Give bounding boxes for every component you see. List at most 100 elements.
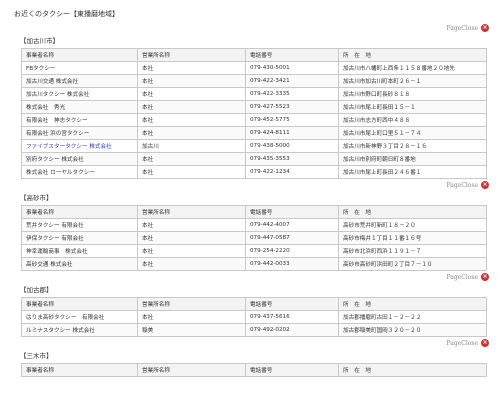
address-cell: 高砂市梅井１丁目１１番１６号 bbox=[338, 231, 487, 245]
office-name-cell: 本社 bbox=[137, 165, 246, 179]
pageclose-row: PageClose × bbox=[14, 23, 489, 33]
company-name-cell: 加古川交通 株式会社 bbox=[21, 74, 138, 88]
section-title: 【高砂市】 bbox=[20, 194, 53, 202]
office-name-cell: 本社 bbox=[137, 126, 246, 140]
table-row: 有限会社 神志タクシー 本社 079-452-5775 加古川市志方町西中４８８ bbox=[21, 113, 487, 127]
company-name-cell: 神幸運輸商事 株式会社 bbox=[21, 244, 138, 258]
phone-cell: 079-422-1234 bbox=[245, 165, 339, 179]
table-row: 荒井タクシー 有限会社 本社 079-442-4007 高砂市荒井町新町１８－２０ bbox=[21, 218, 487, 232]
page-title: お近くのタクシー【東播磨地域】 bbox=[14, 10, 119, 18]
pageclose-button[interactable]: PageClose × bbox=[447, 339, 489, 347]
office-name-cell: 本社 bbox=[137, 310, 246, 324]
table-row: 高砂交通 株式会社 本社 079-442-0033 高砂市高砂町浜田町２丁目７－１０ bbox=[21, 257, 487, 271]
section: PageClose × 【三木市】事業者名称 営業所名称 電話番号所 在 地 bbox=[14, 338, 489, 377]
table-row: 株式会社 秀光 本社 079-427-5523 加古川市尾上町長田１５－１ bbox=[21, 100, 487, 114]
company-link[interactable]: ファイブスタータクシー 株式会社 bbox=[26, 144, 112, 150]
address-cell: 加古川市野口町長砂８１８ bbox=[338, 87, 487, 101]
phone-cell: 079-437-5616 bbox=[245, 310, 339, 324]
company-name-cell: ルミナスタクシー 株式会社 bbox=[21, 323, 138, 337]
pageclose-label: PageClose bbox=[446, 24, 479, 32]
taxi-table: 事業者名称 営業所名称 電話番号所 在 地 FBタクシー 本社 079-430-5001 加… bbox=[21, 48, 487, 179]
company-name-cell: FBタクシー bbox=[21, 61, 138, 75]
header-company-name: 事業者名称 bbox=[21, 297, 138, 311]
office-name-cell: 本社 bbox=[137, 218, 246, 232]
office-name-cell: 稲美 bbox=[137, 323, 246, 337]
section-title: 【加古川市】 bbox=[20, 37, 59, 45]
pageclose-button[interactable]: PageClose × bbox=[446, 24, 489, 32]
header-office-name: 営業所名称 bbox=[137, 48, 246, 62]
office-name-cell: 本社 bbox=[137, 113, 246, 127]
address-cell: 加古川市新神野３丁目２８－１６ bbox=[338, 139, 487, 153]
close-icon: × bbox=[481, 273, 489, 281]
phone-cell: 079-447-0587 bbox=[245, 231, 339, 245]
header-address: 所 在 地 bbox=[338, 297, 487, 311]
office-name-cell: 本社 bbox=[137, 61, 246, 75]
header-phone: 電話番号 bbox=[245, 48, 339, 62]
office-name-cell: 本社 bbox=[137, 74, 246, 88]
company-name-cell: 株式会社 秀光 bbox=[21, 100, 138, 114]
office-name-cell: 本社 bbox=[137, 244, 246, 258]
pageclose-button[interactable]: PageClose × bbox=[447, 181, 489, 189]
phone-cell: 079-427-5523 bbox=[245, 100, 339, 114]
pageclose-row: PageClose × bbox=[14, 180, 489, 190]
company-name-cell: ファイブスタータクシー 株式会社 bbox=[21, 139, 138, 153]
phone-cell: 079-422-3335 bbox=[245, 87, 339, 101]
header-address: 所 在 地 bbox=[338, 205, 487, 219]
table-row: 有限会社 浜の宮タクシー 本社 079-424-8111 加古川市尾上町口里５１－７４ bbox=[21, 126, 487, 140]
table-header-row: 事業者名称 営業所名称 電話番号所 在 地 bbox=[21, 205, 487, 219]
company-name-cell: 伊保タクシー 有限会社 bbox=[21, 231, 138, 245]
close-icon: × bbox=[481, 339, 489, 347]
address-cell: 加古川市尾上町口里５１－７４ bbox=[338, 126, 487, 140]
phone-cell: 079-492-0202 bbox=[245, 323, 339, 337]
header-address: 所 在 地 bbox=[338, 363, 487, 377]
phone-cell: 079-452-5775 bbox=[245, 113, 339, 127]
office-name-cell: 本社 bbox=[137, 257, 246, 271]
company-name-cell: 荒井タクシー 有限会社 bbox=[21, 218, 138, 232]
header-office-name: 営業所名称 bbox=[137, 363, 246, 377]
header-phone: 電話番号 bbox=[245, 297, 339, 311]
section: PageClose × 【高砂市】 事業者名称 営業所名称 電話番号所 在 地荒井タクシー… bbox=[14, 180, 489, 271]
pageclose-row: PageClose × bbox=[14, 338, 489, 348]
table-row: ファイブスタータクシー 株式会社 加古川 079-438-5000 加古川市新神野３丁… bbox=[21, 139, 487, 153]
header-office-name: 営業所名称 bbox=[137, 205, 246, 219]
phone-cell: 079-442-4007 bbox=[245, 218, 339, 232]
company-name-cell: 有限会社 神志タクシー bbox=[21, 113, 138, 127]
pageclose-button[interactable]: PageClose × bbox=[447, 273, 489, 281]
header-address: 所 在 地 bbox=[338, 48, 487, 62]
taxi-table: 事業者名称 営業所名称 電話番号所 在 地荒井タクシー 有限会社 本社 079-442-… bbox=[21, 205, 487, 271]
office-name-cell: 加古川 bbox=[137, 139, 246, 153]
company-name-cell: 高砂交通 株式会社 bbox=[21, 257, 138, 271]
close-icon: × bbox=[481, 181, 489, 189]
table-header-row: 事業者名称 営業所名称 電話番号所 在 地 bbox=[21, 363, 487, 377]
table-row: 加古川タクシー 株式会社 本社 079-422-3335 加古川市野口町長砂８１８ bbox=[21, 87, 487, 101]
office-name-cell: 本社 bbox=[137, 100, 246, 114]
company-name-cell: 株式会社 ローヤルタクシー bbox=[21, 165, 138, 179]
header-phone: 電話番号 bbox=[245, 205, 339, 219]
taxi-table: 事業者名称 営業所名称 電話番号所 在 地 bbox=[21, 363, 487, 377]
address-cell: 加古川市加古川町本町２６－１ bbox=[338, 74, 487, 88]
address-cell: 加古郡播磨町古田１－２－２２ bbox=[338, 310, 487, 324]
address-cell: 高砂市高砂町浜田町２丁目７－１０ bbox=[338, 257, 487, 271]
close-icon: × bbox=[481, 24, 489, 32]
pageclose-row: PageClose × bbox=[14, 272, 489, 282]
company-name-cell: はりま高砂タクシー 有限会社 bbox=[21, 310, 138, 324]
address-cell: 加古郡稲美町国岡３２０－２０ bbox=[338, 323, 487, 337]
office-name-cell: 本社 bbox=[137, 231, 246, 245]
address-cell: 加古川市別府町朝日町８番地 bbox=[338, 152, 487, 166]
section-title: 【加古郡】 bbox=[20, 286, 53, 294]
company-name-cell: 有限会社 浜の宮タクシー bbox=[21, 126, 138, 140]
header-company-name: 事業者名称 bbox=[21, 205, 138, 219]
company-name-cell: 別府タクシー 株式会社 bbox=[21, 152, 138, 166]
address-cell: 加古川市八幡町上西条１１５８番地２０地先 bbox=[338, 61, 487, 75]
header-company-name: 事業者名称 bbox=[21, 48, 138, 62]
phone-cell: 079-430-5001 bbox=[245, 61, 339, 75]
header-phone: 電話番号 bbox=[245, 363, 339, 377]
section-title: 【三木市】 bbox=[20, 352, 53, 360]
address-cell: 高砂市荒井町新町１８－２０ bbox=[338, 218, 487, 232]
phone-cell: 079-438-5000 bbox=[245, 139, 339, 153]
phone-cell: 079-422-3421 bbox=[245, 74, 339, 88]
table-row: はりま高砂タクシー 有限会社 本社 079-437-5616 加古郡播磨町古田１－２－… bbox=[21, 310, 487, 324]
table-row: 加古川交通 株式会社 本社 079-422-3421 加古川市加古川町本町２６－１ bbox=[21, 74, 487, 88]
phone-cell: 079-435-3553 bbox=[245, 152, 339, 166]
section: PageClose × 【加古川市】事業者名称 営業所名称 電話番号所 在 地 FBタクシ… bbox=[14, 23, 489, 179]
